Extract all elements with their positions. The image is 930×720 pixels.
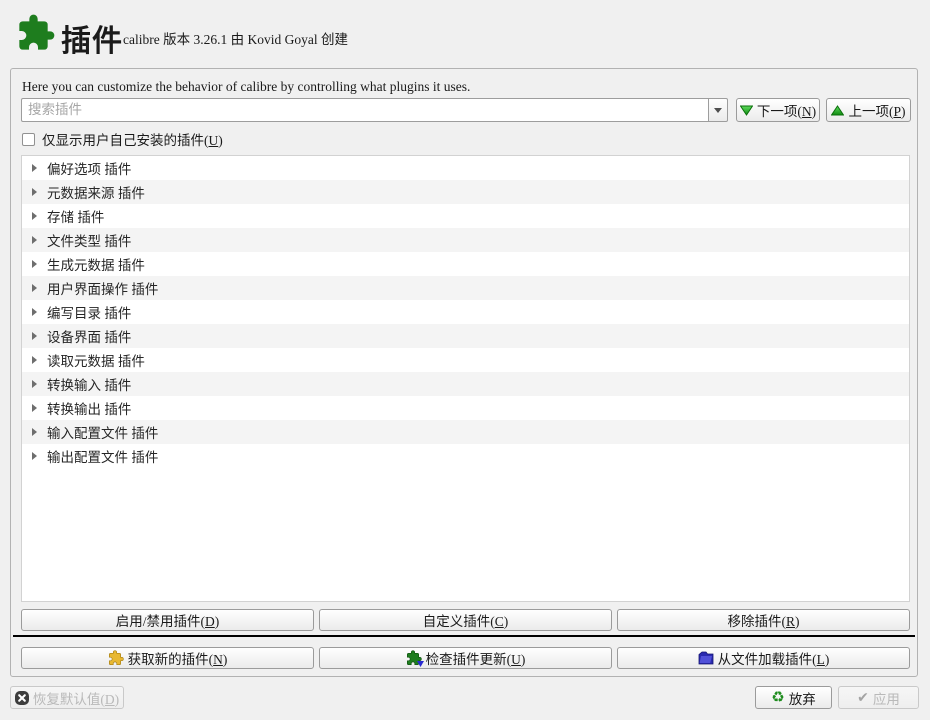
list-item[interactable]: 用户界面操作 插件 bbox=[22, 276, 909, 300]
list-item[interactable]: 偏好选项 插件 bbox=[22, 156, 909, 180]
list-item[interactable]: 转换输出 插件 bbox=[22, 396, 909, 420]
list-item[interactable]: 生成元数据 插件 bbox=[22, 252, 909, 276]
expand-arrow-icon[interactable] bbox=[32, 356, 37, 364]
list-item-label: 编写目录 插件 bbox=[47, 302, 131, 322]
search-combobox bbox=[21, 98, 728, 122]
expand-arrow-icon[interactable] bbox=[32, 164, 37, 172]
list-item-label: 用户界面操作 插件 bbox=[47, 278, 158, 298]
button-rows-separator bbox=[13, 635, 915, 637]
expand-arrow-icon[interactable] bbox=[32, 308, 37, 316]
apply-label: 应用 bbox=[873, 688, 900, 708]
list-item-label: 设备界面 插件 bbox=[47, 326, 131, 346]
list-item[interactable]: 元数据来源 插件 bbox=[22, 180, 909, 204]
customize-plugin-label: 自定义插件(C) bbox=[423, 610, 509, 630]
user-plugins-filter: 仅显示用户自己安装的插件(U) bbox=[22, 131, 223, 147]
expand-arrow-icon[interactable] bbox=[32, 188, 37, 196]
previous-item-label: 上一项(P) bbox=[848, 100, 905, 120]
expand-arrow-icon[interactable] bbox=[32, 452, 37, 460]
apply-button[interactable]: ✔ 应用 bbox=[838, 686, 919, 709]
list-item[interactable]: 设备界面 插件 bbox=[22, 324, 909, 348]
search-input[interactable] bbox=[21, 98, 708, 122]
list-item-label: 偏好选项 插件 bbox=[47, 158, 131, 178]
check-plugin-updates-button[interactable]: 检查插件更新(U) bbox=[319, 647, 612, 669]
panel-description: Here you can customize the behavior of c… bbox=[22, 79, 470, 95]
list-item[interactable]: 输入配置文件 插件 bbox=[22, 420, 909, 444]
chevron-down-icon bbox=[714, 108, 722, 113]
expand-arrow-icon[interactable] bbox=[32, 260, 37, 268]
toggle-plugin-button[interactable]: 启用/禁用插件(D) bbox=[21, 609, 314, 631]
list-item-label: 存储 插件 bbox=[47, 206, 104, 226]
toggle-plugin-label: 启用/禁用插件(D) bbox=[116, 610, 220, 630]
remove-plugin-button[interactable]: 移除插件(R) bbox=[617, 609, 910, 631]
dark-x-icon bbox=[15, 691, 29, 705]
blue-folder-icon bbox=[698, 651, 714, 666]
get-new-plugins-label: 获取新的插件(N) bbox=[128, 648, 228, 668]
list-item-label: 转换输入 插件 bbox=[47, 374, 131, 394]
check-plugin-updates-label: 检查插件更新(U) bbox=[426, 648, 526, 668]
customize-plugin-button[interactable]: 自定义插件(C) bbox=[319, 609, 612, 631]
green-down-triangle-icon bbox=[740, 105, 753, 116]
list-item-label: 文件类型 插件 bbox=[47, 230, 131, 250]
expand-arrow-icon[interactable] bbox=[32, 284, 37, 292]
list-item[interactable]: 编写目录 插件 bbox=[22, 300, 909, 324]
get-new-plugins-button[interactable]: 获取新的插件(N) bbox=[21, 647, 314, 669]
expand-arrow-icon[interactable] bbox=[32, 428, 37, 436]
list-item-label: 输出配置文件 插件 bbox=[47, 446, 158, 466]
list-item[interactable]: 文件类型 插件 bbox=[22, 228, 909, 252]
list-item-label: 输入配置文件 插件 bbox=[47, 422, 158, 442]
list-item[interactable]: 存储 插件 bbox=[22, 204, 909, 228]
load-plugin-from-file-button[interactable]: 从文件加载插件(L) bbox=[617, 647, 910, 669]
expand-arrow-icon[interactable] bbox=[32, 332, 37, 340]
restore-defaults-label: 恢复默认值(D) bbox=[33, 688, 119, 708]
list-item-label: 元数据来源 插件 bbox=[47, 182, 145, 202]
check-icon: ✔ bbox=[857, 691, 869, 705]
restore-defaults-button[interactable]: 恢复默认值(D) bbox=[10, 686, 124, 709]
list-item[interactable]: 转换输入 插件 bbox=[22, 372, 909, 396]
user-plugins-checkbox-label: 仅显示用户自己安装的插件(U) bbox=[42, 129, 223, 149]
load-plugin-from-file-label: 从文件加载插件(L) bbox=[718, 648, 830, 668]
plugins-panel: Here you can customize the behavior of c… bbox=[10, 68, 918, 677]
expand-arrow-icon[interactable] bbox=[32, 236, 37, 244]
user-plugins-checkbox[interactable] bbox=[22, 133, 35, 146]
green-up-triangle-icon bbox=[831, 105, 844, 116]
page-title: 插件 bbox=[61, 16, 123, 60]
expand-arrow-icon[interactable] bbox=[32, 212, 37, 220]
yellow-puzzle-icon bbox=[108, 650, 124, 666]
previous-item-button[interactable]: 上一项(P) bbox=[826, 98, 911, 122]
expand-arrow-icon[interactable] bbox=[32, 404, 37, 412]
next-item-button[interactable]: 下一项(N) bbox=[736, 98, 820, 122]
recycle-icon: ♻ bbox=[771, 690, 784, 705]
list-item-label: 生成元数据 插件 bbox=[47, 254, 145, 274]
green-puzzle-update-icon bbox=[406, 650, 422, 666]
plugins-preferences-window: 插件 calibre 版本 3.26.1 由 Kovid Goyal 创建 He… bbox=[0, 0, 930, 720]
plugins-tree: 偏好选项 插件 元数据来源 插件 存储 插件 文件类型 插件 生成元数据 插件 … bbox=[21, 155, 910, 602]
search-dropdown-button[interactable] bbox=[708, 98, 728, 122]
list-item-label: 转换输出 插件 bbox=[47, 398, 131, 418]
next-item-label: 下一项(N) bbox=[757, 100, 816, 120]
list-item[interactable]: 输出配置文件 插件 bbox=[22, 444, 909, 468]
remove-plugin-label: 移除插件(R) bbox=[727, 610, 799, 630]
list-item-label: 读取元数据 插件 bbox=[47, 350, 145, 370]
discard-button[interactable]: ♻ 放弃 bbox=[755, 686, 832, 709]
version-subtitle: calibre 版本 3.26.1 由 Kovid Goyal 创建 bbox=[123, 28, 348, 48]
expand-arrow-icon[interactable] bbox=[32, 380, 37, 388]
discard-label: 放弃 bbox=[789, 688, 816, 708]
green-puzzle-icon bbox=[16, 13, 56, 53]
list-item[interactable]: 读取元数据 插件 bbox=[22, 348, 909, 372]
